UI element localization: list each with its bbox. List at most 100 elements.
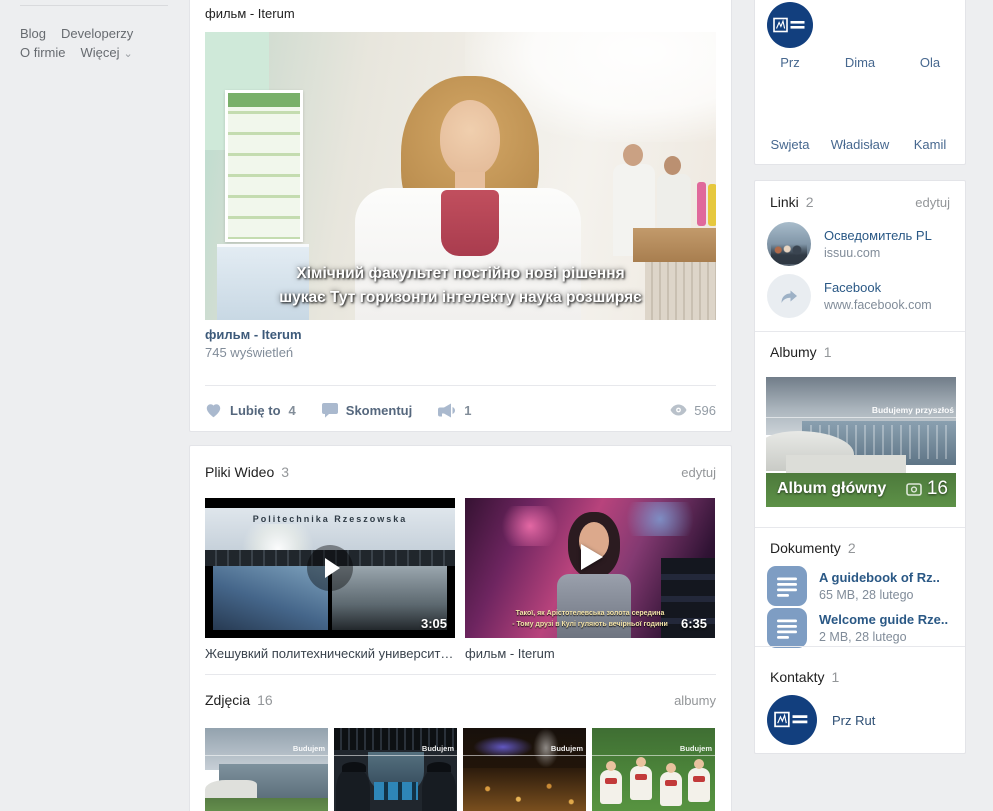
videos-edit-link[interactable]: edytuj <box>681 465 716 480</box>
media-card: Pliki Wideo 3 edytuj Politechnika Rzeszo… <box>189 445 732 811</box>
member-avatar-blank[interactable] <box>907 84 953 130</box>
photo4-dancer <box>660 772 682 806</box>
members-grid: Prz Dima Ola Swjeta Władisław Kamil <box>755 2 965 152</box>
member-avatar-prz-logo[interactable] <box>767 2 813 48</box>
contact-item-prz-rut[interactable]: Prz Rut <box>767 695 875 745</box>
link-title[interactable]: Facebook <box>824 280 932 295</box>
photo4-watermark: Budujem <box>680 744 712 753</box>
contact-name[interactable]: Prz Rut <box>832 713 875 728</box>
video2-subtitles: Такої, як Арістотелевська золота середин… <box>465 608 715 630</box>
comment-button[interactable]: Skomentuj <box>322 403 412 418</box>
media-divider <box>205 674 716 675</box>
photo-thumbnail-4[interactable]: Budujem <box>592 728 715 811</box>
doc-name[interactable]: Welcome guide Rze.. <box>819 612 948 627</box>
share-button[interactable]: 1 <box>438 403 471 418</box>
video2-caption[interactable]: фильм - Iterum <box>465 646 715 661</box>
docs-section-header: Dokumenty 2 <box>770 540 950 556</box>
videos-section-count: 3 <box>281 464 289 480</box>
photos-icon <box>906 483 922 496</box>
lab-scene-person3-head <box>664 156 681 175</box>
member-swjeta[interactable]: Swjeta <box>767 84 813 152</box>
post-action-bar: Lubię to 4 Skomentuj 1 596 <box>205 393 716 427</box>
post-video-player[interactable]: Хімічний факультет постійно нові рішення… <box>205 32 716 320</box>
lab-scene-presenter-top <box>441 190 499 256</box>
footer-link-blog[interactable]: Blog <box>20 26 46 41</box>
like-count: 4 <box>289 403 296 418</box>
contact-avatar-logo[interactable] <box>767 695 817 745</box>
doc-item-1[interactable]: A guidebook of Rz.. 65 MB, 28 lutego <box>767 566 955 606</box>
contacts-section-header: Kontakty 1 <box>770 669 950 685</box>
doc-meta: 65 MB, 28 lutego <box>819 588 940 602</box>
video-thumbnail-1[interactable]: Politechnika Rzeszowska 3:05 <box>205 498 455 638</box>
member-prz[interactable]: Prz <box>767 2 813 70</box>
photo-thumbnail-1[interactable]: Budujem <box>205 728 328 811</box>
video-subtitle-line2: шукає Тут горизонти інтелекту наука розш… <box>205 286 716 310</box>
post-title: фильм - Iterum <box>205 6 295 21</box>
photos-albums-link[interactable]: albumy <box>674 693 716 708</box>
album-count-number: 16 <box>927 478 948 500</box>
link-domain: www.facebook.com <box>824 298 932 312</box>
post-divider <box>205 385 716 386</box>
member-name[interactable]: Kamil <box>914 137 947 152</box>
docs-section-title[interactable]: Dokumenty <box>770 540 841 556</box>
albums-section-header: Albumy 1 <box>770 344 950 360</box>
links-edit-link[interactable]: edytuj <box>915 195 950 210</box>
info-card: Linki 2 edytuj Осведомитель PL issuu.com… <box>754 180 966 754</box>
video-subtitle-line1: Хімічний факультет постійно нові рішення <box>205 262 716 286</box>
member-kamil[interactable]: Kamil <box>907 84 953 152</box>
lab-scene-cylinder-yellow <box>708 184 716 226</box>
footer-link-developers[interactable]: Developerzy <box>61 26 133 41</box>
photo2-pilot-right-cap <box>427 762 451 772</box>
video1-caption[interactable]: Жешувкий политехнический университет... <box>205 646 455 661</box>
section-divider <box>755 331 965 332</box>
photo1-watermark: Budujem <box>293 744 325 753</box>
section-divider <box>755 527 965 528</box>
footer-link-about[interactable]: O firmie <box>20 45 66 60</box>
link-title[interactable]: Осведомитель PL <box>824 228 932 243</box>
link-item-osvedomitel[interactable]: Осведомитель PL issuu.com <box>767 222 955 266</box>
links-section-title[interactable]: Linki <box>770 194 799 210</box>
member-avatar-blank[interactable] <box>767 84 813 130</box>
member-name[interactable]: Ola <box>920 55 940 70</box>
member-name[interactable]: Prz <box>780 55 800 70</box>
albums-section-count: 1 <box>824 344 832 360</box>
like-button[interactable]: Lubię to 4 <box>205 403 296 418</box>
post-video-title-link[interactable]: фильм - Iterum <box>205 327 302 342</box>
video-thumbnail-2[interactable]: Такої, як Арістотелевська золота середин… <box>465 498 715 638</box>
member-name[interactable]: Władisław <box>831 137 890 152</box>
photo2-instruments <box>374 782 418 800</box>
video2-duration: 6:35 <box>681 616 707 631</box>
photo-thumbnail-2[interactable]: Budujem <box>334 728 457 811</box>
member-dima[interactable]: Dima <box>837 2 883 70</box>
member-ola[interactable]: Ola <box>907 2 953 70</box>
politechnika-logo-icon <box>773 17 807 34</box>
album-cover-main[interactable]: Budujemy przyszłoś Album główny 16 <box>766 377 956 507</box>
member-avatar-blank[interactable] <box>907 2 953 48</box>
albums-section-title[interactable]: Albumy <box>770 344 817 360</box>
external-link-icon <box>767 274 811 318</box>
member-avatar-blank[interactable] <box>837 2 883 48</box>
doc-meta: 2 MB, 28 lutego <box>819 630 948 644</box>
doc-name[interactable]: A guidebook of Rz.. <box>819 570 940 585</box>
post-total-views-count: 596 <box>694 403 716 418</box>
footer-row-1: Blog Developerzy <box>20 26 133 41</box>
link-item-facebook[interactable]: Facebook www.facebook.com <box>767 274 955 318</box>
member-wladislaw[interactable]: Władisław <box>831 84 890 152</box>
member-name[interactable]: Dima <box>845 55 875 70</box>
lab-scene-bench <box>633 228 716 262</box>
comment-icon <box>322 403 338 418</box>
post-views-count: 745 wyświetleń <box>205 345 293 360</box>
member-avatar-blank[interactable] <box>837 84 883 130</box>
video-captions-row: Жешувкий политехнический университет... … <box>205 646 715 661</box>
doc-item-2[interactable]: Welcome guide Rze.. 2 MB, 28 lutego <box>767 608 955 648</box>
videos-section-title[interactable]: Pliki Wideo <box>205 464 274 480</box>
member-name[interactable]: Swjeta <box>770 137 809 152</box>
contacts-section-count: 1 <box>831 669 839 685</box>
chevron-down-icon: ⌄ <box>124 48 133 60</box>
contacts-section-title[interactable]: Kontakty <box>770 669 824 685</box>
eye-icon <box>670 404 687 416</box>
video1-duration: 3:05 <box>421 616 447 631</box>
footer-link-more[interactable]: Więcej⌄ <box>81 45 133 60</box>
photo-thumbnail-3[interactable]: Budujem <box>463 728 586 811</box>
photos-section-title[interactable]: Zdjęcia <box>205 692 250 708</box>
